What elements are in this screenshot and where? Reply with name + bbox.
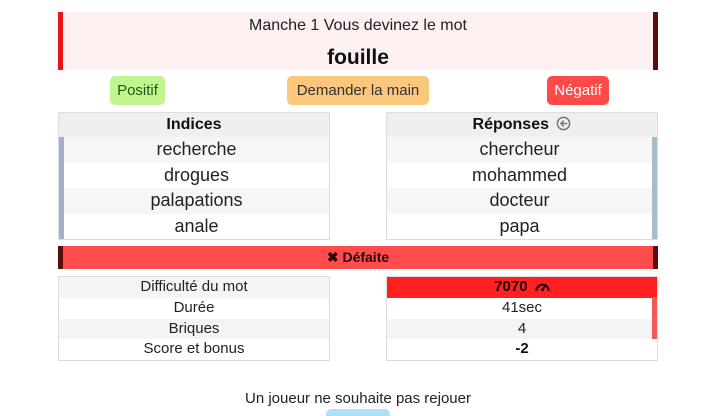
answers-panel: Réponses chercheur mohammed docteur papa [386,112,658,240]
clues-header: Indices [59,113,329,137]
answer-item: chercheur [387,137,652,163]
defeat-banner: ✖ Défaite [58,246,658,269]
stat-value-duration: 41sec [387,297,657,319]
clue-item: recherche [64,137,329,163]
answers-list: chercheur mohammed docteur papa [387,137,657,239]
answer-item: docteur [387,188,652,214]
stats-accent-bar [652,297,657,339]
stat-label-difficulty: Difficulté du mot [59,277,329,298]
round-header: Manche 1 Vous devinez le mot fouille [58,12,658,70]
stat-value-score: -2 [387,339,657,360]
stat-label-duration: Durée [59,297,329,319]
clues-list: recherche drogues palapations anale [59,137,329,239]
answer-item: mohammed [387,162,652,188]
difficulty-value: 7070 [494,278,528,295]
answers-header-label: Réponses [472,116,549,133]
negative-button[interactable]: Négatif [547,76,609,105]
clues-panel: Indices recherche drogues palapations an… [58,112,330,240]
gauge-icon [535,279,550,300]
round-title: Manche 1 Vous devinez le mot [249,17,467,34]
clue-item: anale [64,213,329,239]
stats-values: 7070 41sec 4 -2 [386,276,658,361]
answers-header: Réponses [387,113,657,137]
clue-item: palapations [64,188,329,214]
stat-label-bricks: Briques [59,318,329,340]
positive-button[interactable]: Positif [110,76,165,105]
replay-message: Un joueur ne souhaite pas rejouer [245,390,471,407]
stat-value-difficulty: 7070 [387,277,657,298]
footer-button[interactable] [326,409,390,416]
clue-item: drogues [64,162,329,188]
stat-value-bricks: 4 [387,318,657,340]
circle-arrow-left-icon[interactable] [556,115,571,139]
answer-item: papa [387,213,652,239]
ask-hand-button[interactable]: Demander la main [287,76,429,105]
stat-label-score: Score et bonus [59,339,329,360]
stats-labels: Difficulté du mot Durée Briques Score et… [58,276,330,361]
word-to-guess: fouille [327,46,389,69]
